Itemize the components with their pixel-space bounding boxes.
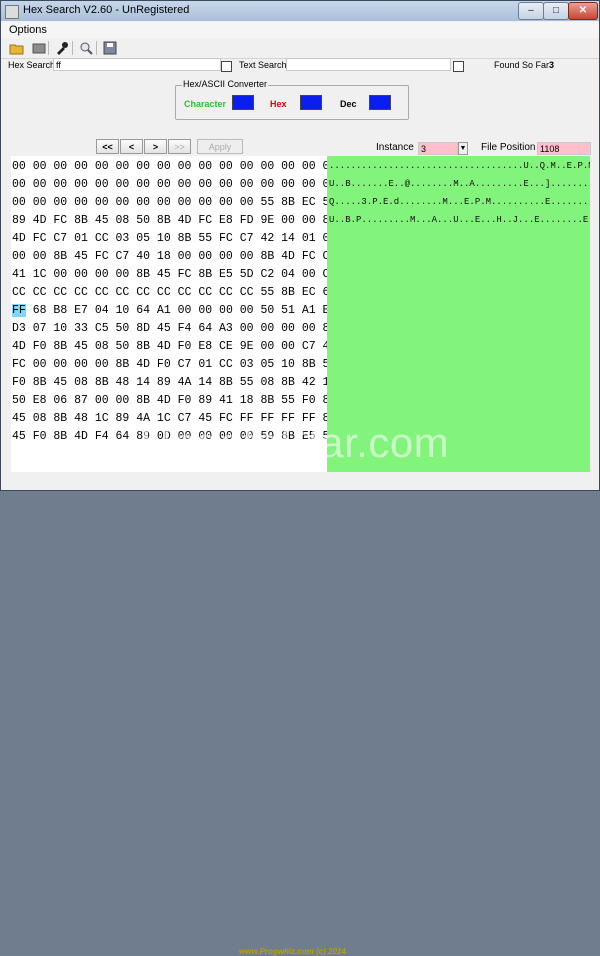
character-field[interactable] — [232, 95, 254, 110]
ascii-row: U..B.......E..@........M..A.........E...… — [329, 179, 590, 189]
ascii-row: ....................................U..Q… — [329, 161, 590, 171]
found-so-far-value: 3 — [549, 60, 555, 70]
minimize-button[interactable]: – — [518, 2, 544, 20]
text-search-checkbox[interactable] — [453, 61, 464, 72]
watermark: UpdateStar.com — [141, 419, 450, 466]
text-search-label: Text Search — [239, 60, 287, 70]
converter-title: Hex/ASCII Converter — [182, 79, 269, 89]
selected-byte: FF — [12, 304, 26, 317]
hex-row: 00 00 00 00 00 00 00 00 00 00 00 00 00 0… — [12, 160, 327, 173]
folder-icon[interactable] — [31, 40, 47, 56]
next-button[interactable]: > — [144, 139, 167, 154]
hex-row: 41 1C 00 00 00 00 8B 45 FC 8B E5 5D C2 0… — [12, 268, 327, 281]
toolbar-separator — [72, 41, 73, 55]
status-bar: www.Progwhiz.com (c) 2014 — [1, 473, 599, 956]
dec-label: Dec — [340, 99, 357, 109]
hex-search-label: Hex Search — [8, 60, 56, 70]
app-window: Hex Search V2.60 - UnRegistered – □ ✕ Op… — [0, 0, 600, 956]
toolbar-separator — [48, 41, 49, 55]
window-title: Hex Search V2.60 - UnRegistered — [23, 4, 190, 16]
hex-row: FF 68 B8 E7 04 10 64 A1 00 00 00 00 50 5… — [12, 304, 327, 317]
instance-label: Instance — [376, 142, 414, 153]
maximize-button[interactable]: □ — [543, 2, 569, 20]
hex-field[interactable] — [300, 95, 322, 110]
app-icon — [5, 5, 19, 19]
hex-row: FC 00 00 00 00 8B 4D F0 C7 01 CC 03 05 1… — [12, 358, 327, 371]
hex-row: D3 07 10 33 C5 50 8D 45 F4 64 A3 00 00 0… — [12, 322, 327, 335]
hex-row: 00 00 8B 45 FC C7 40 18 00 00 00 00 8B 4… — [12, 250, 327, 263]
ascii-row: Q.....3.P.E.d........M...E.P.M..........… — [329, 197, 590, 207]
hex-label: Hex — [270, 99, 287, 109]
title-bar[interactable]: Hex Search V2.60 - UnRegistered – □ ✕ — [1, 1, 599, 21]
toolbar-separator — [96, 41, 97, 55]
file-position-input[interactable]: 1108 — [537, 142, 591, 155]
character-label: Character — [184, 99, 227, 109]
found-so-far-text: Found So Far — [494, 60, 550, 70]
text-search-input[interactable] — [286, 58, 451, 71]
menu-bar: Options — [1, 22, 599, 38]
search-icon[interactable] — [78, 40, 94, 56]
ascii-row: U..B.P.........M...A...U...E...H..J...E.… — [329, 215, 590, 225]
last-button[interactable]: >> — [168, 139, 191, 154]
hex-ascii-converter: Hex/ASCII Converter Character Hex Dec — [175, 79, 409, 120]
toolbar — [1, 38, 599, 59]
hex-row: 00 00 00 00 00 00 00 00 00 00 00 00 00 0… — [12, 178, 327, 191]
file-position-label: File Position — [481, 142, 536, 153]
save-icon[interactable] — [102, 40, 118, 56]
hex-row: 50 E8 06 87 00 00 8B 4D F0 89 41 18 8B 5… — [12, 394, 327, 407]
open-icon[interactable] — [9, 40, 25, 56]
tool-icon[interactable] — [54, 40, 70, 56]
hex-row: 89 4D FC 8B 45 08 50 8B 4D FC E8 FD 9E 0… — [12, 214, 327, 227]
hex-search-checkbox[interactable] — [221, 61, 232, 72]
apply-button[interactable]: Apply — [197, 139, 243, 154]
hex-row: 4D F0 8B 45 08 50 8B 4D F0 E8 CE 9E 00 0… — [12, 340, 327, 353]
hex-row: 4D FC C7 01 CC 03 05 10 8B 55 FC C7 42 1… — [12, 232, 327, 245]
chevron-down-icon[interactable]: ▼ — [458, 142, 468, 155]
instance-select[interactable]: 3 — [418, 142, 458, 155]
footer-text: www.Progwhiz.com (c) 2014 — [239, 947, 346, 956]
close-button[interactable]: ✕ — [568, 2, 598, 20]
prev-button[interactable]: < — [120, 139, 143, 154]
dec-field[interactable] — [369, 95, 391, 110]
first-button[interactable]: << — [96, 139, 119, 154]
hex-row: 00 00 00 00 00 00 00 00 00 00 00 00 55 8… — [12, 196, 327, 209]
hex-row: CC CC CC CC CC CC CC CC CC CC CC CC 55 8… — [12, 286, 327, 299]
menu-options[interactable]: Options — [9, 24, 47, 36]
hex-search-input[interactable]: ff — [53, 58, 221, 71]
hex-row: F0 8B 45 08 8B 48 14 89 4A 14 8B 55 08 8… — [12, 376, 327, 389]
found-so-far-label: Found So Far3 — [494, 60, 554, 70]
